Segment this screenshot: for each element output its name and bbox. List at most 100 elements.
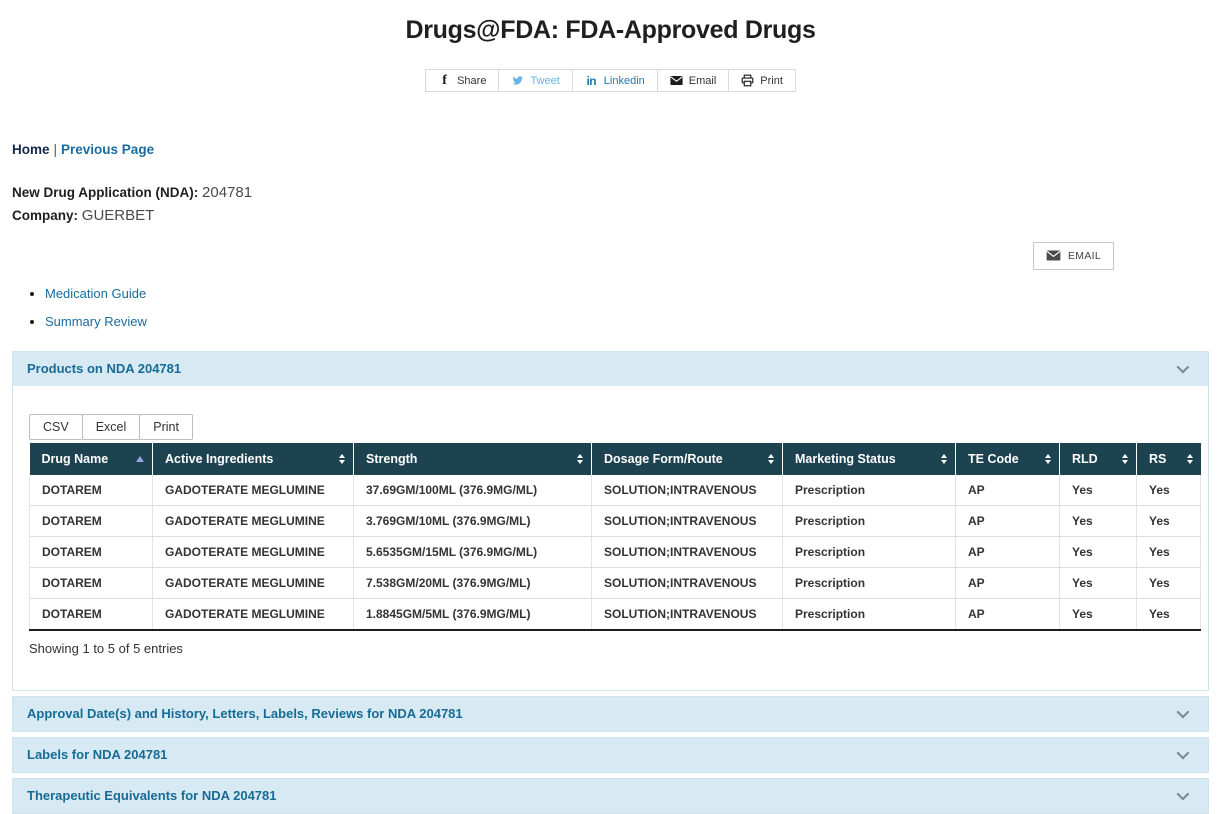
breadcrumb-previous-page-link[interactable]: Previous Page [61,142,154,157]
breadcrumb-separator: | [54,142,58,157]
column-header-rld[interactable]: RLD [1060,443,1137,475]
products-table: Drug Name Active Ingredients Strength Do… [29,443,1201,631]
breadcrumb-home-link[interactable]: Home [12,142,50,157]
list-item: Summary Review [45,314,1209,329]
twitter-icon [511,74,524,87]
table-row: DOTAREM GADOTERATE MEGLUMINE 7.538GM/20M… [30,567,1201,598]
products-panel: Products on NDA 204781 CSV Excel Print D… [12,351,1209,691]
column-label: RLD [1072,452,1098,466]
te-code-cell: AP [956,536,1060,567]
te-code-cell: AP [956,567,1060,598]
te-code-cell: AP [956,598,1060,630]
nda-label: New Drug Application (NDA): [12,185,198,200]
chevron-down-icon [1177,747,1190,760]
therapeutic-equivalents-panel: Therapeutic Equivalents for NDA 204781 [12,778,1209,814]
marketing-status-cell: Prescription [783,475,956,506]
labels-panel-header[interactable]: Labels for NDA 204781 [13,738,1208,772]
page-title: Drugs@FDA: FDA-Approved Drugs [0,16,1221,45]
share-email-button[interactable]: Email [658,70,730,91]
marketing-status-cell: Prescription [783,505,956,536]
envelope-icon [1046,250,1061,261]
share-print-button[interactable]: Print [729,70,795,91]
column-label: Strength [366,452,417,466]
drug-name-cell: DOTAREM [30,598,153,630]
strength-cell: 5.6535GM/15ML (376.9MG/ML) [354,536,592,567]
active-ingredients-cell: GADOTERATE MEGLUMINE [153,567,354,598]
share-linkedin-button[interactable]: in Linkedin [573,70,658,91]
export-toolbar: CSV Excel Print [29,414,1198,440]
strength-cell: 37.69GM/100ML (376.9MG/ML) [354,475,592,506]
chevron-down-icon [1177,706,1190,719]
active-ingredients-cell: GADOTERATE MEGLUMINE [153,505,354,536]
drug-name-cell: DOTAREM [30,505,153,536]
share-twitter-button[interactable]: Tweet [499,70,572,91]
sort-icon [1187,454,1193,464]
sort-icon [941,454,947,464]
sort-icon [577,454,583,464]
company-line: Company: GUERBET [12,204,1209,227]
active-ingredients-cell: GADOTERATE MEGLUMINE [153,475,354,506]
products-panel-header[interactable]: Products on NDA 204781 [13,352,1208,386]
share-facebook-label: Share [457,75,486,87]
strength-cell: 3.769GM/10ML (376.9MG/ML) [354,505,592,536]
linkedin-icon: in [585,74,598,87]
drug-name-cell: DOTAREM [30,567,153,598]
active-ingredients-cell: GADOTERATE MEGLUMINE [153,536,354,567]
rs-cell: Yes [1137,475,1201,506]
column-header-marketing-status[interactable]: Marketing Status [783,443,956,475]
summary-review-link[interactable]: Summary Review [45,314,147,329]
nda-value: 204781 [202,184,252,201]
te-code-cell: AP [956,505,1060,536]
marketing-status-cell: Prescription [783,567,956,598]
excel-export-button[interactable]: Excel [82,414,141,440]
sort-icon [1045,454,1051,464]
share-facebook-button[interactable]: f Share [426,70,499,91]
column-header-active-ingredients[interactable]: Active Ingredients [153,443,354,475]
rs-cell: Yes [1137,567,1201,598]
therapeutic-equivalents-panel-header[interactable]: Therapeutic Equivalents for NDA 204781 [13,779,1208,813]
rs-cell: Yes [1137,536,1201,567]
share-email-label: Email [689,75,717,87]
marketing-status-cell: Prescription [783,536,956,567]
share-linkedin-label: Linkedin [604,75,645,87]
email-page-label: EMAIL [1068,250,1101,262]
csv-export-button[interactable]: CSV [29,414,83,440]
approval-history-panel: Approval Date(s) and History, Letters, L… [12,696,1209,732]
sort-icon [768,454,774,464]
labels-panel-title: Labels for NDA 204781 [27,747,167,762]
breadcrumb: Home |Previous Page [12,142,1209,157]
column-label: TE Code [968,452,1019,466]
email-page-button[interactable]: EMAIL [1033,242,1114,270]
chevron-down-icon [1177,361,1190,374]
rld-cell: Yes [1060,598,1137,630]
labels-panel: Labels for NDA 204781 [12,737,1209,773]
drug-name-cell: DOTAREM [30,536,153,567]
rld-cell: Yes [1060,475,1137,506]
column-label: Drug Name [42,452,109,466]
dosage-form-route-cell: SOLUTION;INTRAVENOUS [592,536,783,567]
company-value: GUERBET [82,207,155,224]
application-meta: New Drug Application (NDA): 204781 Compa… [12,181,1209,228]
strength-cell: 7.538GM/20ML (376.9MG/ML) [354,567,592,598]
document-links: Medication Guide Summary Review [45,286,1209,329]
column-header-drug-name[interactable]: Drug Name [30,443,153,475]
approval-history-panel-header[interactable]: Approval Date(s) and History, Letters, L… [13,697,1208,731]
products-panel-body: CSV Excel Print Drug Name Active Ingredi… [13,386,1208,690]
strength-cell: 1.8845GM/5ML (376.9MG/ML) [354,598,592,630]
dosage-form-route-cell: SOLUTION;INTRAVENOUS [592,475,783,506]
sort-icon [1122,454,1128,464]
drug-name-cell: DOTAREM [30,475,153,506]
column-header-dosage-form-route[interactable]: Dosage Form/Route [592,443,783,475]
share-twitter-label: Tweet [530,75,559,87]
column-header-te-code[interactable]: TE Code [956,443,1060,475]
print-export-button[interactable]: Print [139,414,193,440]
therapeutic-equivalents-panel-title: Therapeutic Equivalents for NDA 204781 [27,788,277,803]
column-header-rs[interactable]: RS [1137,443,1201,475]
column-label: Dosage Form/Route [604,452,723,466]
share-print-label: Print [760,75,783,87]
column-header-strength[interactable]: Strength [354,443,592,475]
medication-guide-link[interactable]: Medication Guide [45,286,146,301]
email-icon [670,74,683,87]
dosage-form-route-cell: SOLUTION;INTRAVENOUS [592,567,783,598]
facebook-icon: f [438,74,451,87]
